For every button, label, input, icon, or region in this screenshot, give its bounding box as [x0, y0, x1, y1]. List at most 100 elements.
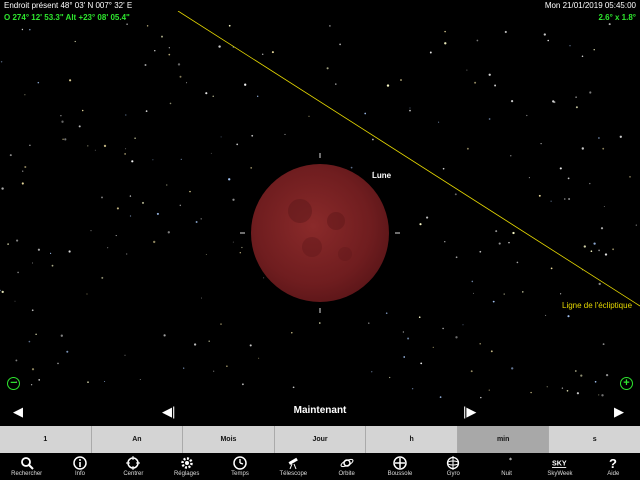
sky-view[interactable] [0, 11, 640, 400]
toolbar-label: SkyWeek [547, 471, 573, 477]
star [17, 271, 19, 274]
star [101, 276, 104, 279]
toolbar-centrer-button[interactable]: Centrer [107, 453, 160, 480]
time-unit-1[interactable]: An [92, 426, 184, 453]
datetime-text: Mon 21/01/2019 05:45:00 [544, 1, 636, 10]
star [68, 250, 71, 253]
star [409, 109, 411, 112]
toolbar-aide-button[interactable]: ? Aide [587, 453, 640, 480]
time-unit-3[interactable]: Jour [275, 426, 367, 453]
toolbar-orbite-button[interactable]: Orbite [320, 453, 373, 480]
star [32, 262, 33, 264]
star [498, 242, 501, 245]
star [74, 40, 76, 43]
star [62, 138, 64, 140]
night-icon: * [499, 455, 515, 470]
star [503, 293, 505, 295]
time-unit-6[interactable]: s [549, 426, 640, 453]
svg-text:*: * [509, 457, 512, 464]
toolbar-rechercher-button[interactable]: Rechercher [0, 453, 53, 480]
toolbar-temps-button[interactable]: Temps [213, 453, 266, 480]
time-forward-button[interactable]: ▶ [614, 404, 624, 420]
star [69, 79, 72, 82]
toolbar-boussole-button[interactable]: Boussole [373, 453, 426, 480]
star [455, 336, 458, 339]
star [444, 42, 447, 45]
toolbar-nuit-button[interactable]: * Nuit [480, 453, 533, 480]
star [161, 35, 163, 38]
star [488, 73, 491, 76]
toolbar-gyro-button[interactable]: Gyro [427, 453, 480, 480]
star [419, 223, 422, 226]
toolbar-info-button[interactable]: Info [53, 453, 106, 480]
star [364, 112, 367, 115]
star [241, 246, 243, 249]
time-unit-5[interactable]: min [457, 426, 550, 453]
star [418, 316, 421, 319]
star [576, 392, 580, 395]
star [38, 379, 41, 381]
star [411, 388, 414, 390]
toolbar-label: Télescope [279, 471, 308, 477]
star [179, 75, 182, 78]
star [90, 230, 92, 232]
time-unit-2[interactable]: Mois [183, 426, 275, 453]
star [124, 354, 126, 356]
star [495, 230, 498, 233]
moon[interactable] [251, 164, 389, 302]
time-unit-0[interactable]: 1 [0, 426, 92, 453]
star [60, 115, 62, 117]
star [134, 137, 136, 140]
star [530, 391, 532, 394]
star [60, 334, 63, 337]
star [474, 81, 477, 84]
star [64, 138, 67, 141]
star [208, 340, 210, 342]
star [560, 293, 562, 295]
star [66, 350, 69, 353]
star [598, 282, 601, 286]
star [432, 346, 434, 349]
star [179, 204, 182, 207]
star [220, 323, 222, 325]
star [590, 250, 593, 253]
star [600, 227, 604, 230]
star [228, 24, 231, 27]
star [180, 158, 182, 161]
star [167, 231, 170, 234]
star [407, 337, 410, 340]
star [7, 243, 9, 245]
star [139, 378, 141, 381]
star [553, 101, 556, 104]
star [205, 254, 207, 256]
coordinates-readout: O 274° 12' 53.3" Alt +23° 08' 05.4" [4, 13, 130, 22]
orbit-icon [339, 455, 355, 470]
time-unit-4[interactable]: h [366, 426, 458, 453]
star [115, 235, 117, 237]
time-step-forward-button[interactable]: |▶ [463, 404, 476, 420]
star [210, 152, 212, 154]
star [263, 277, 265, 279]
star [538, 194, 541, 197]
toolbar-skyweek-button[interactable]: SKY SkyWeek [533, 453, 586, 480]
star [200, 218, 202, 220]
star [78, 125, 81, 128]
star [51, 264, 54, 267]
toolbar-label: Centrer [123, 471, 144, 477]
toolbar-r-glages-button[interactable]: Réglages [160, 453, 213, 480]
now-label[interactable]: Maintenant [0, 405, 640, 416]
zoom-in-button[interactable]: + [620, 377, 633, 390]
star [561, 387, 564, 389]
star [598, 249, 600, 252]
zoom-out-button[interactable]: − [7, 377, 20, 390]
star [593, 242, 596, 245]
toolbar-t-lescope-button[interactable]: Télescope [267, 453, 320, 480]
star [189, 190, 191, 193]
star [602, 147, 605, 150]
info-icon [72, 455, 88, 470]
star [389, 376, 391, 379]
star [177, 63, 181, 66]
star [604, 253, 608, 256]
star [339, 43, 341, 46]
star [29, 28, 31, 31]
